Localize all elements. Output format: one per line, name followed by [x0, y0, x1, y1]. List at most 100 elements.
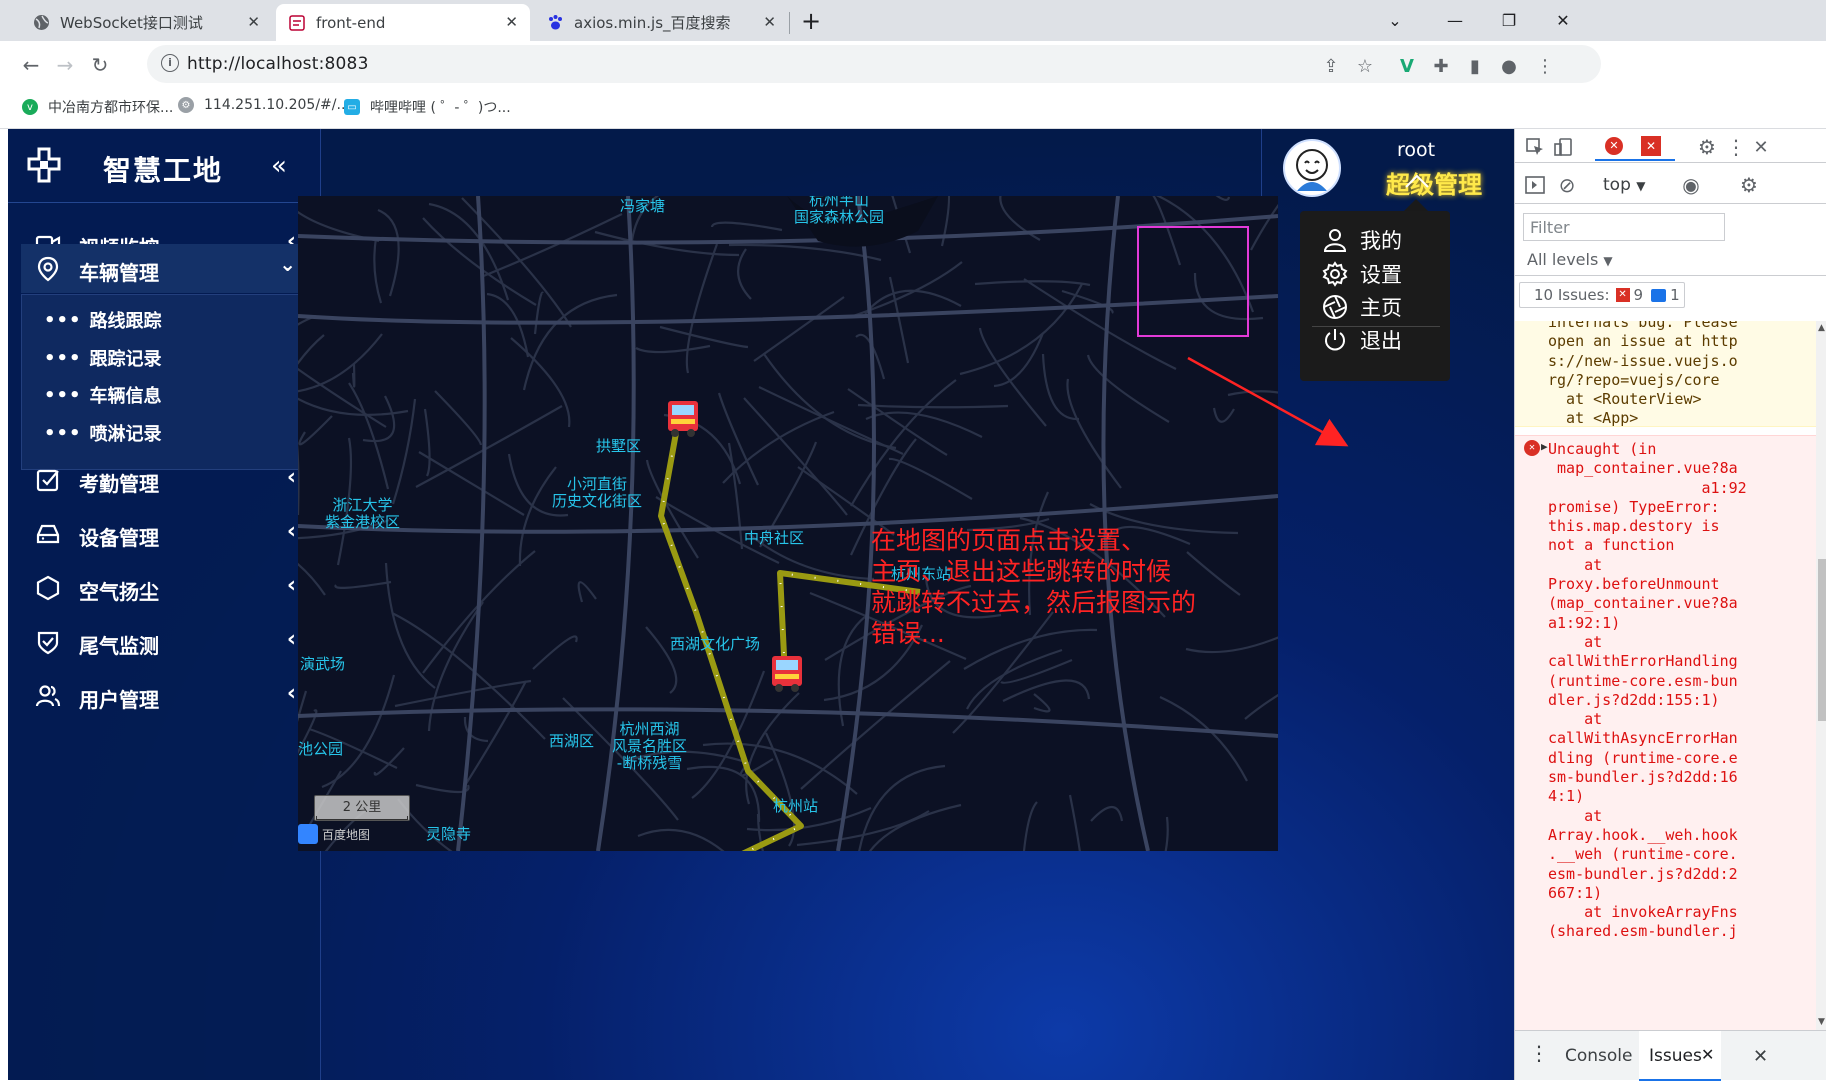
submenu-item-route[interactable]: ••• 路线跟踪: [44, 307, 162, 333]
power-icon: [1325, 329, 1345, 351]
new-tab-button[interactable]: +: [784, 0, 838, 41]
menu-item-vehicle[interactable]: 车辆管理 ⌄: [21, 244, 314, 293]
username[interactable]: root: [1397, 139, 1435, 161]
drawer-tabs: ⋮ Console Issues ✕ ✕: [1515, 1030, 1826, 1081]
issues-button[interactable]: 10 Issues: ✕ 9 1: [1519, 282, 1685, 308]
collapse-sidebar-button[interactable]: «: [271, 151, 287, 181]
tab-strip: WebSocket接口测试 ✕ front-end ✕ axios.min.js…: [0, 0, 1826, 41]
context-selector[interactable]: top ▼: [1603, 175, 1646, 195]
menu-item-exhaust[interactable]: 尾气监测 ‹: [21, 613, 314, 671]
drawer-tab-console[interactable]: Console: [1565, 1046, 1633, 1066]
tab-websocket[interactable]: WebSocket接口测试 ✕: [20, 4, 272, 41]
user-role[interactable]: 超级管理: [1386, 165, 1482, 200]
back-button[interactable]: ←: [16, 50, 46, 80]
dropdown-item-settings[interactable]: 设置: [1322, 259, 1402, 289]
checkbox-icon: [36, 469, 59, 492]
menu-item-attendance[interactable]: 考勤管理 ‹: [21, 451, 314, 509]
inspect-element-icon[interactable]: [1523, 135, 1547, 159]
drawer-tab-issues[interactable]: Issues ✕: [1639, 1031, 1721, 1081]
dropdown-arrow-icon: ▼: [1603, 254, 1613, 268]
bookmark-item[interactable]: ⚙ 114.251.10.205/#/...: [178, 97, 350, 113]
minimize-button[interactable]: —: [1428, 0, 1482, 41]
expand-triangle-icon[interactable]: ▶: [1541, 437, 1548, 456]
error-circle-icon: ✕: [1524, 440, 1540, 456]
dropdown-label: 我的: [1360, 229, 1402, 253]
console-settings-icon[interactable]: ⚙: [1737, 173, 1761, 197]
more-options-icon[interactable]: ⋮: [1726, 135, 1746, 159]
submenu-item-spray-log[interactable]: ••• 喷淋记录: [44, 420, 162, 446]
tab-front-end[interactable]: front-end ✕: [276, 4, 530, 41]
side-panel-icon[interactable]: ▮: [1464, 55, 1486, 77]
close-drawer-icon[interactable]: ✕: [1753, 1046, 1768, 1067]
avatar-face-icon: [1296, 149, 1328, 191]
context-label: top: [1603, 175, 1631, 195]
log-levels-dropdown[interactable]: All levels ▼: [1527, 250, 1613, 269]
share-icon[interactable]: ⇪: [1320, 55, 1342, 77]
bookmark-item[interactable]: ▭ 哔哩哔哩 ( ゜- ゜)つ...: [344, 97, 511, 117]
settings-icon[interactable]: ⚙: [1695, 135, 1719, 159]
console-log: internals bug. Please open an issue at h…: [1515, 321, 1816, 1030]
reload-button[interactable]: ↻: [85, 50, 115, 80]
chevron-left-icon: ‹: [286, 681, 296, 706]
eye-icon[interactable]: ◉: [1677, 173, 1705, 197]
menu-label: 车辆管理: [79, 261, 159, 285]
close-tab-icon[interactable]: ✕: [763, 13, 776, 31]
dropdown-item-home[interactable]: 主页: [1322, 292, 1402, 322]
star-icon[interactable]: ☆: [1354, 55, 1376, 77]
profile-icon[interactable]: ●: [1498, 55, 1520, 77]
map-label: 杭州站: [773, 797, 819, 815]
close-tab-icon[interactable]: ✕: [505, 13, 518, 31]
device-toolbar-icon[interactable]: [1551, 135, 1575, 159]
error-message[interactable]: Uncaught (in map_container.vue?8a a1:92 …: [1548, 440, 1747, 942]
tab-axios-search[interactable]: axios.min.js_百度搜索 ✕: [534, 4, 788, 41]
info-icon[interactable]: i: [161, 54, 179, 72]
extensions-icon[interactable]: ✚: [1430, 55, 1452, 77]
menu-item-users[interactable]: 用户管理 ‹: [21, 667, 314, 725]
maximize-button[interactable]: ❐: [1482, 0, 1536, 41]
dropdown-item-mine[interactable]: 我的: [1322, 225, 1402, 255]
map-label: 西湖文化广场: [670, 635, 761, 653]
baidu-logo-icon: [298, 824, 318, 844]
avatar[interactable]: [1283, 139, 1341, 197]
menu-icon[interactable]: ⋮: [1534, 55, 1556, 77]
map-scale-bar: [316, 816, 408, 820]
sidebar-toggle-icon[interactable]: [1523, 173, 1547, 197]
scrollbar-thumb[interactable]: [1818, 559, 1826, 721]
bookmark-label: 哔哩哔哩 ( ゜- ゜)つ...: [370, 100, 511, 116]
tab-search-button[interactable]: ⌄: [1368, 0, 1422, 41]
close-window-button[interactable]: ✕: [1536, 0, 1590, 41]
vue-devtools-icon[interactable]: V: [1396, 55, 1418, 77]
submenu-item-track-log[interactable]: ••• 跟踪记录: [44, 345, 162, 371]
devtools-tab-errors[interactable]: ✕ ✕: [1595, 133, 1675, 161]
sidebar: 智慧工地 « 视频监控 ‹ 车辆管理 ⌄ •••路线跟踪 •••跟踪记录 •••…: [8, 129, 321, 1080]
log-levels-label: All levels: [1527, 250, 1599, 269]
app-title: 智慧工地: [103, 154, 224, 187]
menu-label: 考勤管理: [79, 472, 159, 496]
dropdown-item-logout[interactable]: 退出: [1322, 325, 1402, 355]
close-tab-icon[interactable]: ✕: [247, 13, 260, 31]
forward-button[interactable]: →: [50, 50, 80, 80]
dropdown-label: 主页: [1360, 296, 1402, 320]
address-bar[interactable]: i http://localhost:8083: [147, 45, 1601, 83]
scroll-down-icon[interactable]: ▼: [1818, 1017, 1825, 1027]
bookmark-item[interactable]: v 中冶南方都市环保...: [22, 97, 173, 117]
drawer-menu-icon[interactable]: ⋮: [1529, 1041, 1549, 1065]
scroll-up-icon[interactable]: ▲: [1818, 323, 1825, 333]
clear-console-icon[interactable]: ⊘: [1555, 173, 1579, 197]
map-label: 冯家塘: [620, 197, 666, 215]
submenu-item-vehicle-info[interactable]: ••• 车辆信息: [44, 382, 162, 408]
filter-input[interactable]: Filter: [1523, 213, 1725, 241]
close-tab-icon[interactable]: ✕: [1701, 1045, 1714, 1064]
close-devtools-icon[interactable]: ✕: [1749, 135, 1773, 159]
user-icon: [1323, 229, 1347, 252]
error-square-icon: ✕: [1641, 136, 1661, 156]
devtools-panel: ✕ ✕ ⚙ ⋮ ✕ ⊘ top ▼ ◉ ⚙ Filter All levels …: [1514, 129, 1826, 1081]
menu-item-device[interactable]: 设备管理 ‹: [21, 505, 314, 563]
map-label: 池公园: [298, 740, 344, 758]
issues-label: 10 Issues:: [1534, 286, 1610, 304]
tab-title: front-end: [316, 13, 386, 32]
chevron-left-icon: ‹: [286, 465, 296, 490]
map-container[interactable]: 冯家塘 杭州半山 国家森林公园 拱墅区 小河直街 历史文化街区 浙江大学 紫金港…: [298, 196, 1278, 851]
menu-item-air-dust[interactable]: 空气扬尘 ‹: [21, 559, 314, 617]
bookmark-favicon-icon: v: [22, 99, 38, 115]
